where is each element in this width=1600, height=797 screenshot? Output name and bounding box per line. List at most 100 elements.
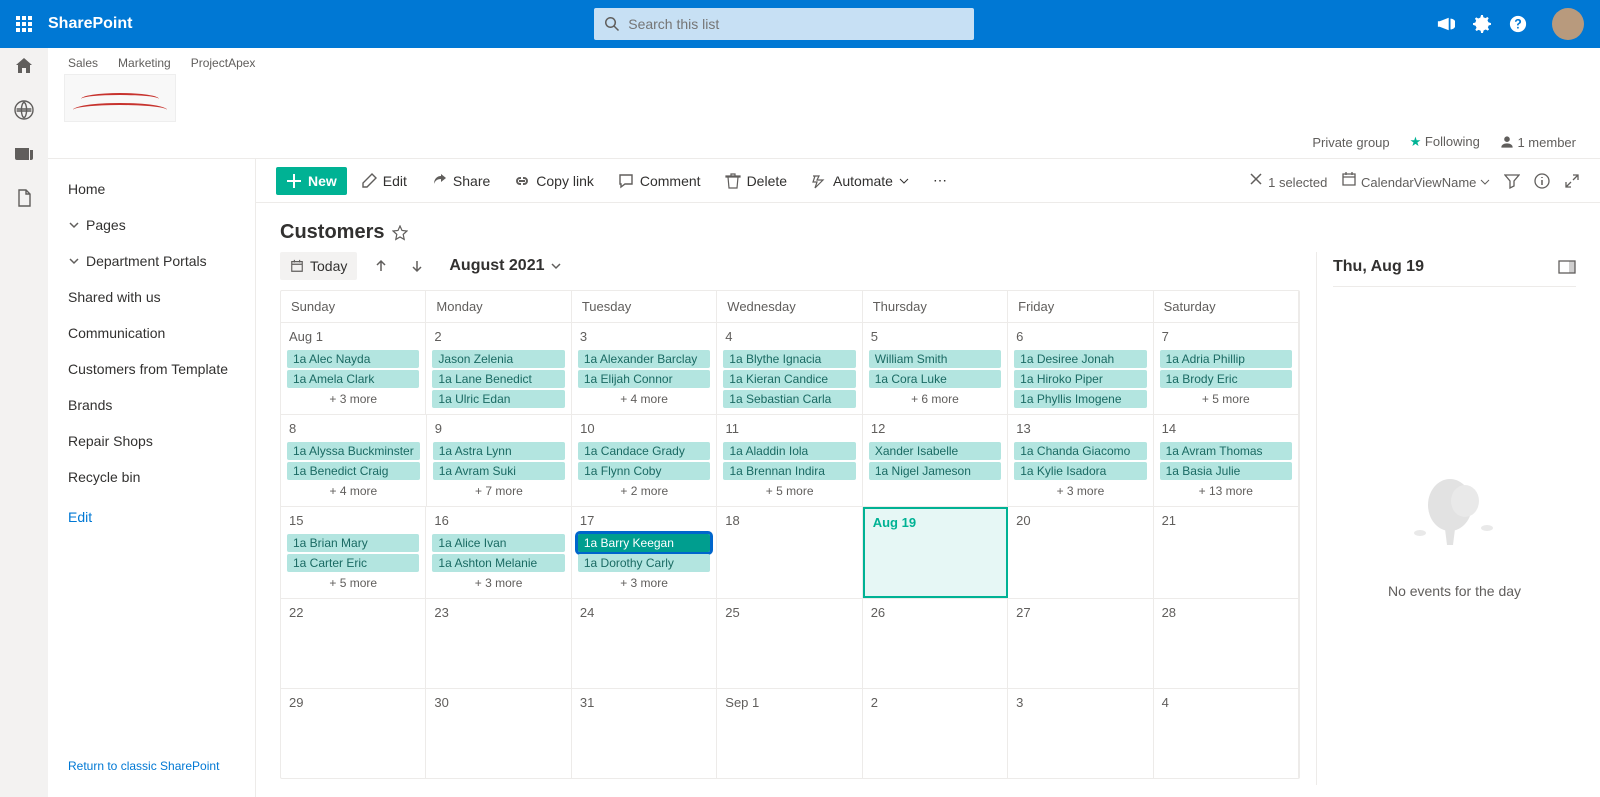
day-cell[interactable]: 28 — [1154, 599, 1299, 688]
automate-button[interactable]: Automate — [801, 167, 919, 195]
calendar-event[interactable]: 1a Cora Luke — [869, 370, 1001, 388]
calendar-event[interactable]: 1a Basia Julie — [1160, 462, 1292, 480]
files-icon[interactable] — [14, 188, 34, 208]
calendar-event[interactable]: 1a Alec Nayda — [287, 350, 419, 368]
more-events[interactable]: + 13 more — [1160, 482, 1292, 500]
following-toggle[interactable]: ★ Following — [1410, 134, 1480, 150]
day-cell[interactable]: 3 — [1008, 689, 1153, 778]
copy-link-button[interactable]: Copy link — [504, 167, 604, 195]
day-cell[interactable]: 26 — [863, 599, 1008, 688]
day-cell[interactable]: 131a Chanda Giacomo1a Kylie Isadora+ 3 m… — [1008, 415, 1153, 506]
day-cell[interactable]: 30 — [426, 689, 571, 778]
calendar-event[interactable]: 1a Aladdin Iola — [723, 442, 855, 460]
nav-dept-portals[interactable]: Department Portals — [48, 243, 255, 279]
expand-pane-icon[interactable] — [1558, 260, 1576, 274]
calendar-event[interactable]: 1a Carter Eric — [287, 554, 419, 572]
day-cell[interactable]: Aug 19 — [863, 507, 1008, 598]
more-events[interactable]: + 2 more — [578, 482, 710, 500]
favorite-star-icon[interactable] — [392, 225, 408, 241]
nav-repair-shops[interactable]: Repair Shops — [48, 423, 255, 459]
day-cell[interactable]: Sep 1 — [717, 689, 862, 778]
more-button[interactable]: ⋯ — [923, 166, 957, 195]
calendar-event[interactable]: 1a Sebastian Carla — [723, 390, 855, 408]
expand-icon[interactable] — [1564, 173, 1580, 189]
search-box[interactable] — [594, 8, 974, 40]
today-button[interactable]: Today — [280, 252, 357, 280]
clear-selection[interactable]: 1 selected — [1248, 171, 1327, 190]
calendar-event[interactable]: 1a Astra Lynn — [433, 442, 565, 460]
new-button[interactable]: New — [276, 167, 347, 195]
classic-link[interactable]: Return to classic SharePoint — [48, 747, 255, 785]
comment-button[interactable]: Comment — [608, 167, 711, 195]
month-label[interactable]: August 2021 — [449, 257, 560, 275]
calendar-event[interactable]: 1a Ulric Edan — [432, 390, 564, 408]
more-events[interactable]: + 5 more — [723, 482, 855, 500]
site-logo[interactable] — [64, 74, 176, 122]
calendar-event[interactable]: 1a Nigel Jameson — [869, 462, 1001, 480]
members-link[interactable]: 1 member — [1500, 135, 1576, 150]
day-cell[interactable]: 111a Aladdin Iola1a Brennan Indira+ 5 mo… — [717, 415, 862, 506]
calendar-event[interactable]: 1a Dorothy Carly — [578, 554, 710, 572]
day-cell[interactable]: 2 — [863, 689, 1008, 778]
day-cell[interactable]: 23 — [426, 599, 571, 688]
nav-pages[interactable]: Pages — [48, 207, 255, 243]
more-events[interactable]: + 5 more — [1160, 390, 1292, 408]
day-cell[interactable]: 25 — [717, 599, 862, 688]
more-events[interactable]: + 3 more — [432, 574, 564, 592]
delete-button[interactable]: Delete — [715, 167, 797, 195]
day-cell[interactable]: 20 — [1008, 507, 1153, 598]
more-events[interactable]: + 6 more — [869, 390, 1001, 408]
more-events[interactable]: + 3 more — [1014, 482, 1146, 500]
day-cell[interactable]: 27 — [1008, 599, 1153, 688]
user-avatar[interactable] — [1552, 8, 1584, 40]
calendar-event[interactable]: 1a Candace Grady — [578, 442, 710, 460]
nav-shared[interactable]: Shared with us — [48, 279, 255, 315]
nav-edit[interactable]: Edit — [48, 495, 255, 535]
calendar-event[interactable]: 1a Elijah Connor — [578, 370, 710, 388]
calendar-event[interactable]: 1a Phyllis Imogene — [1014, 390, 1146, 408]
filter-icon[interactable] — [1504, 173, 1520, 189]
day-cell[interactable]: 171a Barry Keegan1a Dorothy Carly+ 3 mor… — [572, 507, 717, 598]
day-cell[interactable]: 81a Alyssa Buckminster1a Benedict Craig+… — [281, 415, 427, 506]
app-launcher-icon[interactable] — [8, 8, 40, 40]
day-cell[interactable]: 31a Alexander Barclay1a Elijah Connor+ 4… — [572, 323, 717, 414]
info-icon[interactable] — [1534, 173, 1550, 189]
calendar-event[interactable]: 1a Avram Thomas — [1160, 442, 1292, 460]
more-events[interactable]: + 4 more — [578, 390, 710, 408]
calendar-event[interactable]: 1a Adria Phillip — [1160, 350, 1292, 368]
day-cell[interactable]: 61a Desiree Jonah1a Hiroko Piper1a Phyll… — [1008, 323, 1153, 414]
calendar-event[interactable]: 1a Benedict Craig — [287, 462, 420, 480]
calendar-event[interactable]: 1a Brian Mary — [287, 534, 419, 552]
day-cell[interactable]: 21 — [1154, 507, 1299, 598]
calendar-event[interactable]: 1a Desiree Jonah — [1014, 350, 1146, 368]
nav-home[interactable]: Home — [48, 171, 255, 207]
day-cell[interactable]: 5William Smith1a Cora Luke+ 6 more — [863, 323, 1008, 414]
more-events[interactable]: + 4 more — [287, 482, 420, 500]
calendar-event[interactable]: 1a Blythe Ignacia — [723, 350, 855, 368]
day-cell[interactable]: 161a Alice Ivan1a Ashton Melanie+ 3 more — [426, 507, 571, 598]
calendar-event[interactable]: Xander Isabelle — [869, 442, 1001, 460]
nav-brands[interactable]: Brands — [48, 387, 255, 423]
day-cell[interactable]: 91a Astra Lynn1a Avram Suki+ 7 more — [427, 415, 572, 506]
share-button[interactable]: Share — [421, 167, 500, 195]
day-cell[interactable]: 41a Blythe Ignacia1a Kieran Candice1a Se… — [717, 323, 862, 414]
search-input[interactable] — [628, 16, 964, 32]
globe-icon[interactable] — [14, 100, 34, 120]
day-cell[interactable]: 12Xander Isabelle1a Nigel Jameson — [863, 415, 1008, 506]
day-cell[interactable]: 18 — [717, 507, 862, 598]
megaphone-icon[interactable] — [1436, 14, 1456, 34]
day-cell[interactable]: 71a Adria Phillip1a Brody Eric+ 5 more — [1154, 323, 1299, 414]
prev-month[interactable] — [369, 254, 393, 278]
calendar-event[interactable]: 1a Avram Suki — [433, 462, 565, 480]
more-events[interactable]: + 5 more — [287, 574, 419, 592]
news-icon[interactable] — [14, 144, 34, 164]
calendar-event[interactable]: 1a Amela Clark — [287, 370, 419, 388]
day-cell[interactable]: 4 — [1154, 689, 1299, 778]
next-month[interactable] — [405, 254, 429, 278]
calendar-event[interactable]: 1a Brennan Indira — [723, 462, 855, 480]
home-icon[interactable] — [14, 56, 34, 76]
more-events[interactable]: + 3 more — [287, 390, 419, 408]
calendar-event[interactable]: 1a Hiroko Piper — [1014, 370, 1146, 388]
calendar-event[interactable]: 1a Kieran Candice — [723, 370, 855, 388]
more-events[interactable]: + 7 more — [433, 482, 565, 500]
